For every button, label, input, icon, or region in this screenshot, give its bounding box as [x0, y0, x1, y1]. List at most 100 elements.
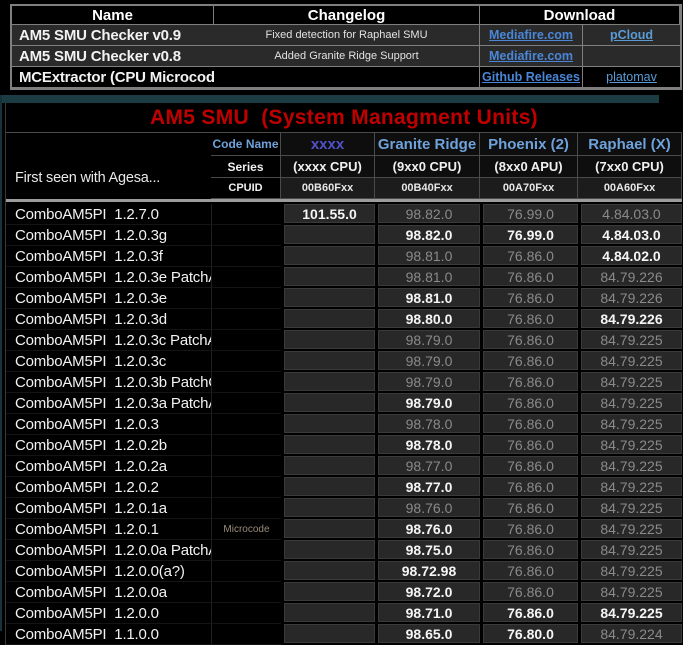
agesa-version-cell: ComboAM5PI 1.2.0.2 [6, 477, 211, 498]
smu-version-cell-xxxx [281, 561, 375, 582]
platomav-link[interactable]: platomav [606, 70, 657, 84]
table-row: ComboAM5PI 1.2.0.3e 98.81.0 76.86.0 84.7… [6, 288, 682, 309]
table-row: ComboAM5PI 1.2.0.0(a?) 98.72.98 76.86.0 … [6, 561, 682, 582]
downloads-header-name: Name [12, 6, 214, 25]
smu-version-cell-xxxx [281, 456, 375, 477]
cpuid-value: 00A70Fxx [480, 178, 578, 199]
smu-version-cell-granite-ridge: 98.79.0 [375, 393, 480, 414]
smu-version-cell-granite-ridge: 98.71.0 [375, 603, 480, 624]
pcloud-link[interactable]: pCloud [610, 28, 653, 42]
mediafire-link[interactable]: Mediafire.com [489, 28, 573, 42]
agesa-version-cell: ComboAM5PI 1.1.0.0 [6, 624, 211, 645]
row-sublabel [211, 309, 281, 330]
smu-version-cell-raphael: 4.84.03.0 [578, 204, 682, 225]
smu-version-cell-raphael: 84.79.225 [578, 519, 682, 540]
series-value: (9xx0 CPU) [375, 156, 480, 178]
table-row: ComboAM5PI 1.2.0.3f 98.81.0 76.86.0 4.84… [6, 246, 682, 267]
agesa-version-cell: ComboAM5PI 1.2.0.0a [6, 582, 211, 603]
smu-version-cell-phoenix: 76.86.0 [480, 267, 578, 288]
tool-name: AM5 SMU Checker v0.9 [12, 25, 214, 46]
smu-version-cell-raphael: 84.79.225 [578, 582, 682, 603]
smu-version-cell-phoenix: 76.86.0 [480, 435, 578, 456]
smu-version-cell-raphael: 84.79.225 [578, 561, 682, 582]
tool-changelog: Fixed detection for Raphael SMU [214, 25, 480, 46]
smu-version-cell-raphael: 84.79.225 [578, 330, 682, 351]
page: { "colors": { "title_red": "#c00000", "h… [0, 0, 683, 631]
row-sublabel [211, 246, 281, 267]
smu-version-cell-raphael: 84.79.226 [578, 288, 682, 309]
smu-rows: ComboAM5PI 1.2.7.0 101.55.0 98.82.0 76.9… [6, 204, 682, 645]
smu-version-cell-phoenix: 76.86.0 [480, 309, 578, 330]
tool-name: MCExtractor (CPU Microcode) [12, 67, 214, 88]
smu-version-cell-phoenix: 76.86.0 [480, 456, 578, 477]
smu-version-cell-raphael: 84.79.224 [578, 624, 682, 645]
table-row: ComboAM5PI 1.2.0.2 98.77.0 76.86.0 84.79… [6, 477, 682, 498]
row-sublabel: Microcode [211, 519, 281, 540]
row-sublabel [211, 603, 281, 624]
agesa-version-cell: ComboAM5PI 1.2.0.3f [6, 246, 211, 267]
mediafire-link[interactable]: Mediafire.com [489, 49, 573, 63]
smu-version-cell-xxxx [281, 372, 375, 393]
github-releases-link[interactable]: Github Releases [482, 70, 580, 84]
smu-version-cell-phoenix: 76.86.0 [480, 603, 578, 624]
smu-version-cell-xxxx [281, 351, 375, 372]
cpuid-value: 00B40Fxx [375, 178, 480, 199]
smu-version-cell-raphael: 4.84.03.0 [578, 225, 682, 246]
series-label: Series [211, 156, 281, 178]
agesa-version-cell: ComboAM5PI 1.2.0.3e PatchA [6, 267, 211, 288]
smu-version-cell-xxxx [281, 435, 375, 456]
smu-version-cell-raphael: 84.79.225 [578, 351, 682, 372]
table-row: ComboAM5PI 1.2.0.3c 98.79.0 76.86.0 84.7… [6, 351, 682, 372]
smu-version-cell-xxxx [281, 330, 375, 351]
table-row: ComboAM5PI 1.2.0.3 98.78.0 76.86.0 84.79… [6, 414, 682, 435]
smu-version-cell-xxxx [281, 414, 375, 435]
downloads-header-changelog: Changelog [214, 6, 480, 25]
series-value: (8xx0 APU) [480, 156, 578, 178]
row-sublabel [211, 288, 281, 309]
code-name-label: Code Name [211, 133, 281, 156]
smu-version-cell-granite-ridge: 98.81.0 [375, 246, 480, 267]
tool-name: AM5 SMU Checker v0.8 [12, 46, 214, 67]
smu-version-cell-phoenix: 76.86.0 [480, 351, 578, 372]
smu-version-cell-granite-ridge: 98.81.0 [375, 267, 480, 288]
smu-version-cell-granite-ridge: 98.79.0 [375, 372, 480, 393]
agesa-version-cell: ComboAM5PI 1.2.0.1a [6, 498, 211, 519]
smu-version-cell-raphael: 84.79.225 [578, 603, 682, 624]
smu-version-cell-granite-ridge: 98.76.0 [375, 519, 480, 540]
smu-table-header: First seen with Agesa... Code Name Serie… [6, 133, 682, 199]
smu-table: AM5 SMU (System Managment Units) First s… [5, 103, 682, 645]
table-row: ComboAM5PI 1.2.0.2a 98.77.0 76.86.0 84.7… [6, 456, 682, 477]
separator-band [0, 95, 659, 103]
agesa-version-cell: ComboAM5PI 1.2.7.0 [6, 204, 211, 225]
smu-version-cell-phoenix: 76.86.0 [480, 498, 578, 519]
column-header-raphael: Raphael (X) [578, 133, 682, 156]
smu-version-cell-raphael: 84.79.225 [578, 540, 682, 561]
series-value: (7xx0 CPU) [578, 156, 682, 178]
agesa-version-cell: ComboAM5PI 1.2.0.1 [6, 519, 211, 540]
table-row: ComboAM5PI 1.1.0.0 98.65.0 76.80.0 84.79… [6, 624, 682, 645]
downloads-header-download: Download [480, 6, 680, 25]
smu-version-cell-granite-ridge: 98.76.0 [375, 498, 480, 519]
row-sublabel [211, 540, 281, 561]
tool-changelog [214, 67, 480, 88]
smu-version-cell-xxxx: 101.55.0 [281, 204, 375, 225]
smu-version-cell-xxxx [281, 540, 375, 561]
cpuid-label: CPUID [211, 178, 281, 199]
table-row: ComboAM5PI 1.2.0.3b PatchC 98.79.0 76.86… [6, 372, 682, 393]
smu-version-cell-xxxx [281, 498, 375, 519]
smu-version-cell-granite-ridge: 98.78.0 [375, 435, 480, 456]
agesa-version-cell: ComboAM5PI 1.2.0.2b [6, 435, 211, 456]
smu-version-cell-raphael: 84.79.225 [578, 372, 682, 393]
smu-version-cell-phoenix: 76.86.0 [480, 414, 578, 435]
smu-version-cell-phoenix: 76.86.0 [480, 477, 578, 498]
smu-version-cell-xxxx [281, 603, 375, 624]
smu-version-cell-raphael: 84.79.225 [578, 456, 682, 477]
agesa-version-cell: ComboAM5PI 1.2.0.0a PatchA [6, 540, 211, 561]
agesa-version-cell: ComboAM5PI 1.2.0.2a [6, 456, 211, 477]
row-sublabel [211, 561, 281, 582]
row-sublabel [211, 414, 281, 435]
smu-version-cell-xxxx [281, 225, 375, 246]
row-sublabel [211, 582, 281, 603]
agesa-version-cell: ComboAM5PI 1.2.0.3c [6, 351, 211, 372]
row-sublabel [211, 498, 281, 519]
